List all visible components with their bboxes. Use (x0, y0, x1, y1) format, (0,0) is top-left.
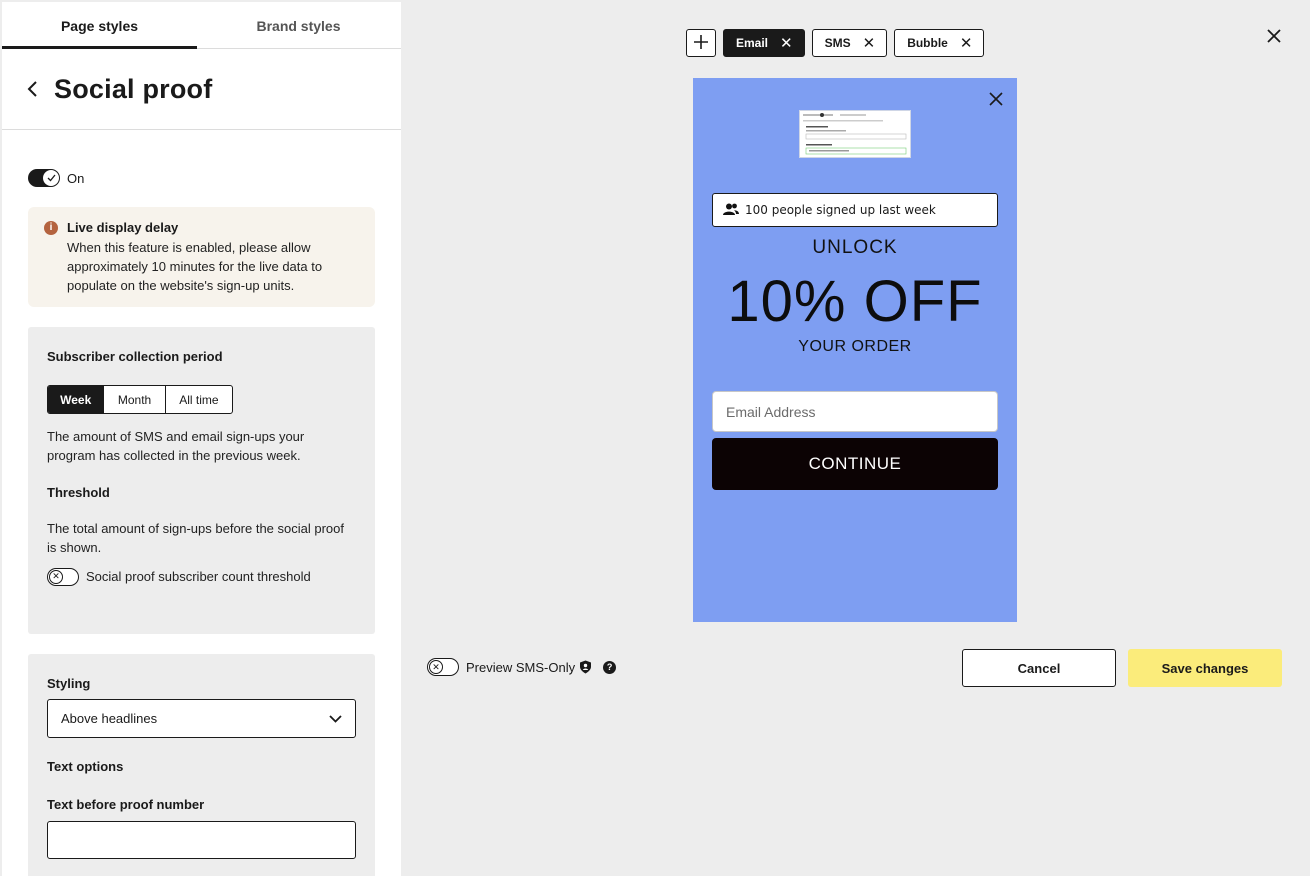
enable-toggle-row: On (28, 169, 84, 187)
plus-icon (694, 32, 708, 55)
sms-preview-toggle[interactable]: ✕ (427, 658, 459, 676)
title-bar: Social proof (2, 49, 401, 130)
period-option-all-time[interactable]: All time (166, 386, 232, 413)
close-icon[interactable]: ✕ (863, 36, 876, 51)
enable-toggle-label: On (67, 170, 85, 186)
collection-period-label: Subscriber collection period (47, 349, 223, 364)
signup-unit-preview: 100 people signed up last week UNLOCK 10… (693, 78, 1017, 622)
headline-sub: YOUR ORDER (798, 338, 912, 355)
x-icon: ✕ (49, 569, 63, 584)
threshold-label: Threshold (47, 485, 110, 500)
text-before-label: Text before proof number (47, 797, 205, 812)
channel-chip-bubble[interactable]: Bubble ✕ (894, 29, 985, 57)
channel-chip-label: Bubble (907, 36, 948, 50)
styling-card: Styling Above headlines Text options Tex… (28, 654, 375, 876)
close-icon[interactable]: ✕ (960, 36, 973, 51)
social-proof-banner: 100 people signed up last week (712, 193, 998, 227)
tab-brand-styles[interactable]: Brand styles (197, 2, 400, 48)
page-title: Social proof (54, 73, 213, 104)
threshold-description: The total amount of sign-ups before the … (47, 521, 345, 555)
tab-bar: Page styles Brand styles (2, 2, 401, 49)
collection-description: The amount of SMS and email sign-ups you… (47, 429, 305, 463)
people-icon (723, 203, 739, 218)
channel-chip-label: Email (736, 36, 769, 50)
x-icon: ✕ (429, 660, 443, 674)
help-icon[interactable]: ? (603, 660, 617, 674)
settings-panel: Page styles Brand styles Social proof On… (2, 2, 401, 876)
text-options-label: Text options (47, 759, 124, 774)
close-icon[interactable]: ✕ (780, 36, 793, 51)
alert-title: Live display delay (67, 220, 179, 235)
continue-button[interactable]: CONTINUE (712, 438, 998, 490)
add-channel-button[interactable] (686, 29, 716, 57)
cancel-button[interactable]: Cancel (962, 649, 1116, 687)
headline-offer: 10% OFF (727, 269, 983, 334)
tab-page-styles[interactable]: Page styles (2, 2, 197, 49)
text-before-input[interactable] (47, 821, 356, 859)
chevron-down-icon (329, 711, 342, 726)
styling-label: Styling (47, 676, 91, 691)
collection-card: Subscriber collection period Week Month … (28, 327, 375, 634)
info-icon: i (44, 220, 58, 235)
email-field[interactable] (712, 391, 998, 432)
sms-preview-label: Preview SMS-Only (466, 659, 576, 675)
styling-select-value: Above headlines (61, 711, 158, 726)
threshold-toggle[interactable]: ✕ (47, 567, 79, 586)
threshold-toggle-label: Social proof subscriber count threshold (86, 569, 311, 584)
channel-chip-bar: Email ✕ SMS ✕ Bubble ✕ (686, 29, 985, 57)
period-option-week[interactable]: Week (48, 386, 105, 413)
alert-body: When this feature is enabled, please all… (67, 240, 323, 293)
channel-chip-label: SMS (824, 36, 851, 50)
enable-toggle[interactable] (28, 169, 60, 187)
period-option-month[interactable]: Month (104, 386, 166, 413)
info-alert: i Live display delay When this feature i… (28, 207, 375, 307)
shield-icon (579, 660, 593, 674)
save-button[interactable]: Save changes (1128, 649, 1282, 687)
styling-select[interactable]: Above headlines (47, 699, 356, 738)
close-window-icon[interactable] (1264, 26, 1284, 46)
period-segmented-control: Week Month All time (47, 385, 233, 414)
headline-small: UNLOCK (812, 237, 898, 258)
channel-chip-email[interactable]: Email ✕ (723, 29, 805, 57)
social-proof-text: 100 people signed up last week (745, 203, 936, 217)
close-icon[interactable] (987, 90, 1005, 108)
chevron-left-icon[interactable] (24, 80, 42, 98)
logo-thumbnail (799, 110, 911, 158)
threshold-toggle-row: ✕ Social proof subscriber count threshol… (47, 567, 356, 586)
sms-preview-row: ✕ Preview SMS-Only ? (427, 658, 617, 676)
check-icon (43, 170, 59, 186)
channel-chip-sms[interactable]: SMS ✕ (811, 29, 888, 57)
